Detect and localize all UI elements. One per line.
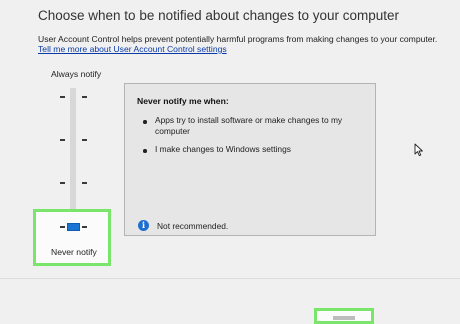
recommendation-text: Not recommended. bbox=[157, 221, 229, 231]
selected-level-highlight bbox=[33, 209, 111, 266]
slider-tick bbox=[82, 96, 87, 98]
page-title: Choose when to be notified about changes… bbox=[38, 8, 399, 23]
ok-button-label-fragment bbox=[333, 316, 355, 320]
slider-top-label: Always notify bbox=[51, 69, 102, 79]
slider-tick bbox=[60, 182, 65, 184]
dialog-footer bbox=[0, 278, 460, 321]
mouse-pointer-icon bbox=[414, 143, 423, 157]
uac-description: User Account Control helps prevent poten… bbox=[38, 34, 438, 44]
info-icon: i bbox=[138, 220, 149, 231]
slider-tick bbox=[60, 96, 65, 98]
bullet-icon bbox=[143, 120, 147, 124]
slider-tick bbox=[60, 139, 65, 141]
panel-bullet-item: Apps try to install software or make cha… bbox=[155, 115, 343, 136]
panel-bullet-item: I make changes to Windows settings bbox=[155, 144, 291, 154]
slider-tick bbox=[60, 226, 65, 228]
notification-slider-thumb[interactable] bbox=[67, 223, 80, 231]
uac-help-link[interactable]: Tell me more about User Account Control … bbox=[38, 44, 227, 54]
slider-tick bbox=[82, 226, 87, 228]
bullet-icon bbox=[143, 149, 147, 153]
slider-tick bbox=[82, 182, 87, 184]
slider-tick bbox=[82, 139, 87, 141]
slider-bottom-label: Never notify bbox=[51, 247, 97, 257]
panel-heading: Never notify me when: bbox=[137, 96, 229, 106]
